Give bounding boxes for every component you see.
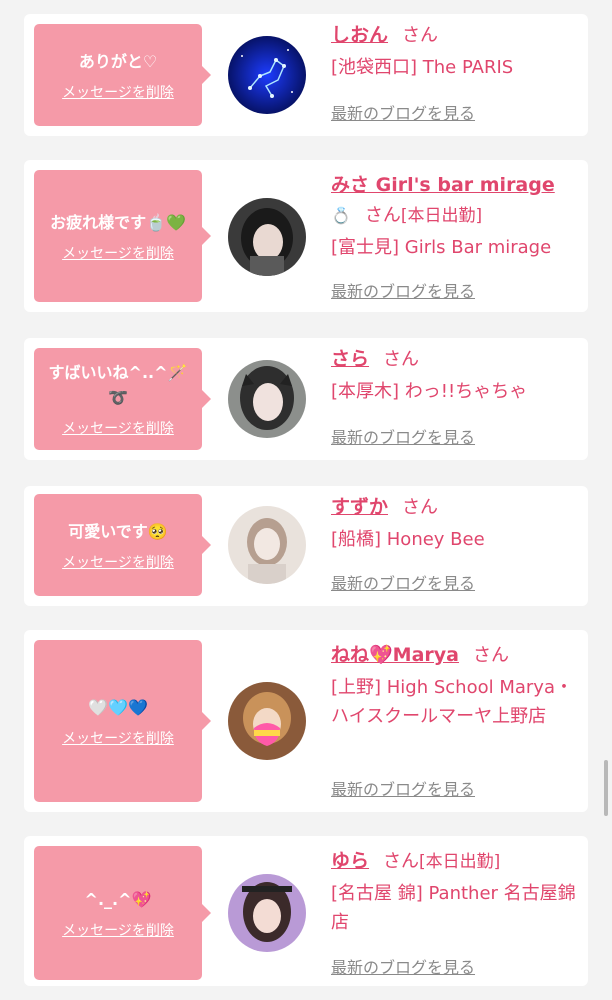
honorific: さん [402, 25, 439, 46]
message-bubble: 🤍🩵💙 メッセージを削除 [34, 640, 211, 802]
night-sky-avatar-icon [228, 36, 306, 114]
cast-info: しおん さん [池袋西口] The PARIS [331, 22, 581, 82]
delete-message-link[interactable]: メッセージを削除 [62, 728, 174, 748]
cast-info: ねね💖Marya さん [上野] High School Marya・ハイスクール… [331, 642, 581, 731]
cast-name-link[interactable]: しおん [331, 24, 388, 46]
honorific: さん [472, 645, 509, 666]
cast-info: みさ Girl's bar mirage 💍 さん[本日出勤] [富士見] Gir… [331, 172, 581, 262]
cast-name-link[interactable]: ねね💖Marya [331, 644, 459, 666]
shop-name: [船橋] Honey Bee [331, 529, 485, 550]
avatar[interactable] [228, 506, 306, 584]
shop-name: [本厚木] わっ!!ちゃちゃ [331, 381, 528, 402]
message-bubble: 可愛いです🥺 メッセージを削除 [34, 494, 211, 596]
shop-name: [上野] High School Marya・ハイスクールマーヤ上野店 [331, 677, 573, 727]
working-today-badge: [本日出勤] [419, 852, 501, 872]
message-card: お疲れ様です🍵💚 メッセージを削除 みさ Girl's bar mirage 💍… [24, 160, 588, 312]
shop-name: [名古屋 錦] Panther 名古屋錦店 [331, 883, 576, 933]
message-text: すばいいね^..^🪄➰ [48, 363, 188, 407]
delete-message-link[interactable]: メッセージを削除 [62, 552, 174, 572]
avatar[interactable] [228, 360, 306, 438]
message-card: ありがと♡ メッセージを削除 しおん さん [池袋西口] The PARIS 最… [24, 14, 588, 136]
delete-message-link[interactable]: メッセージを削除 [62, 418, 174, 438]
delete-message-link[interactable]: メッセージを削除 [62, 243, 174, 263]
message-bubble: お疲れ様です🍵💚 メッセージを削除 [34, 170, 211, 302]
message-text: 可愛いです🥺 [68, 521, 168, 541]
message-card: すばいいね^..^🪄➰ メッセージを削除 さら さん [本厚木] わっ!!ちゃちゃ… [24, 338, 588, 460]
message-card: 可愛いです🥺 メッセージを削除 すずか さん [船橋] Honey Bee 最新の… [24, 486, 588, 606]
cast-info: すずか さん [船橋] Honey Bee [331, 494, 581, 554]
avatar[interactable] [228, 36, 306, 114]
cast-info: ゆら さん[本日出勤] [名古屋 錦] Panther 名古屋錦店 [331, 848, 581, 937]
message-bubble: ^._.^💖 メッセージを削除 [34, 846, 211, 980]
message-text: ありがと♡ [78, 51, 158, 71]
latest-blog-link[interactable]: 最新のブログを見る [331, 278, 475, 302]
cast-name-link[interactable]: すずか [331, 496, 388, 518]
girl-photo-avatar-icon [228, 682, 306, 760]
avatar[interactable] [228, 198, 306, 276]
honorific: さん [383, 851, 420, 872]
latest-blog-link[interactable]: 最新のブログを見る [331, 954, 475, 978]
working-today-badge: [本日出勤] [400, 206, 483, 226]
latest-blog-link[interactable]: 最新のブログを見る [331, 100, 475, 124]
girl-photo-avatar-icon [228, 360, 306, 438]
latest-blog-link[interactable]: 最新のブログを見る [331, 776, 475, 800]
message-bubble: すばいいね^..^🪄➰ メッセージを削除 [34, 348, 211, 450]
cast-name-link[interactable]: さら [331, 348, 369, 370]
honorific: さん [364, 205, 401, 226]
ring-icon: 💍 [331, 206, 351, 225]
delete-message-link[interactable]: メッセージを削除 [62, 920, 174, 940]
cast-name-link[interactable]: ゆら [331, 850, 369, 872]
honorific: さん [402, 497, 439, 518]
cast-name-link[interactable]: みさ Girl's bar mirage [331, 174, 555, 196]
message-text: お疲れ様です🍵💚 [50, 212, 186, 232]
girl-photo-avatar-icon [228, 198, 306, 276]
honorific: さん [383, 349, 420, 370]
girl-photo-avatar-icon [228, 874, 306, 952]
message-bubble: ありがと♡ メッセージを削除 [34, 24, 211, 126]
scrollbar[interactable] [604, 760, 608, 816]
shop-name: [池袋西口] The PARIS [331, 57, 514, 78]
avatar[interactable] [228, 874, 306, 952]
avatar[interactable] [228, 682, 306, 760]
cast-info: さら さん [本厚木] わっ!!ちゃちゃ [331, 346, 581, 406]
girl-photo-avatar-icon [228, 506, 306, 584]
message-text: ^._.^💖 [84, 889, 152, 909]
message-card: 🤍🩵💙 メッセージを削除 ねね💖Marya さん [上野] High School… [24, 630, 588, 812]
shop-name: [富士見] Girls Bar mirage [331, 237, 552, 258]
message-card: ^._.^💖 メッセージを削除 ゆら さん[本日出勤] [名古屋 錦] Panth… [24, 836, 588, 986]
message-text: 🤍🩵💙 [88, 697, 148, 717]
latest-blog-link[interactable]: 最新のブログを見る [331, 424, 475, 448]
delete-message-link[interactable]: メッセージを削除 [62, 82, 174, 102]
latest-blog-link[interactable]: 最新のブログを見る [331, 570, 475, 594]
